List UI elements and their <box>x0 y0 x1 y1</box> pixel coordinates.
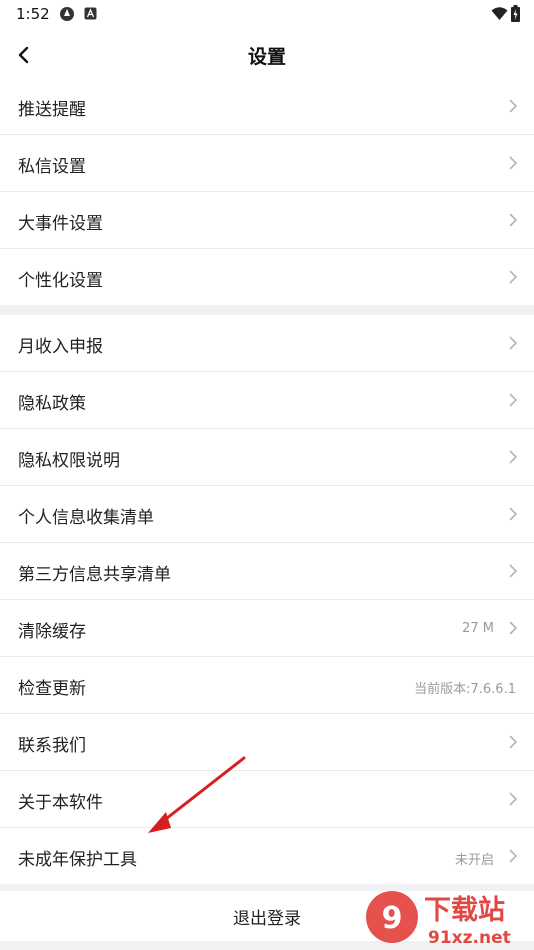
version-value: 当前版本:7.6.6.1 <box>414 682 516 697</box>
header: 设置 <box>0 30 534 80</box>
a-notification-icon <box>84 7 97 20</box>
chevron-right-icon <box>509 564 518 578</box>
settings-row-about[interactable]: 关于本软件 <box>0 771 534 828</box>
row-label: 隐私政策 <box>18 394 86 414</box>
chevron-right-icon <box>509 213 518 227</box>
row-label: 私信设置 <box>18 157 86 177</box>
watermark-brand: 下载站 <box>424 895 505 926</box>
settings-row-private-message[interactable]: 私信设置 <box>0 135 534 192</box>
settings-group-1: 推送提醒 私信设置 大事件设置 个性化设置 <box>0 78 534 305</box>
chevron-right-icon <box>509 336 518 350</box>
row-label: 联系我们 <box>18 736 86 756</box>
chevron-right-icon <box>509 735 518 749</box>
row-label: 第三方信息共享清单 <box>18 565 171 585</box>
row-label: 清除缓存 <box>18 622 86 642</box>
row-label: 关于本软件 <box>18 793 103 813</box>
row-label: 个性化设置 <box>18 271 103 291</box>
chevron-right-icon <box>509 849 518 863</box>
chevron-right-icon <box>509 507 518 521</box>
settings-row-contact-us[interactable]: 联系我们 <box>0 714 534 771</box>
wifi-icon <box>491 7 508 20</box>
row-label: 个人信息收集清单 <box>18 508 154 528</box>
status-time: 1:52 <box>16 5 50 23</box>
row-label: 月收入申报 <box>18 337 103 357</box>
settings-row-check-update[interactable]: 检查更新 当前版本:7.6.6.1 <box>0 657 534 714</box>
annotation-arrow-icon <box>148 756 246 833</box>
chevron-right-icon <box>509 450 518 464</box>
settings-row-income-declaration[interactable]: 月收入申报 <box>0 315 534 372</box>
chevron-right-icon <box>509 621 518 635</box>
settings-row-permission-description[interactable]: 隐私权限说明 <box>0 429 534 486</box>
settings-row-push-reminder[interactable]: 推送提醒 <box>0 78 534 135</box>
cache-size-value: 27 M <box>462 621 494 636</box>
svg-text:9: 9 <box>382 901 403 936</box>
watermark-logo: 9 下载站 91xz.net <box>366 891 511 948</box>
chevron-right-icon <box>509 156 518 170</box>
chevron-right-icon <box>509 393 518 407</box>
row-label: 大事件设置 <box>18 214 103 234</box>
settings-group-2: 月收入申报 隐私政策 隐私权限说明 个人信息收集清单 第三方信息共享清单 清除缓… <box>0 315 534 884</box>
settings-row-personalization[interactable]: 个性化设置 <box>0 249 534 305</box>
status-bar: 1:52 <box>0 0 534 30</box>
settings-row-personal-info-list[interactable]: 个人信息收集清单 <box>0 486 534 543</box>
settings-row-third-party-sharing[interactable]: 第三方信息共享清单 <box>0 543 534 600</box>
app-notification-icon <box>60 7 74 21</box>
watermark-domain: 91xz.net <box>428 928 511 948</box>
settings-row-minor-protection[interactable]: 未成年保护工具 未开启 <box>0 828 534 884</box>
chevron-right-icon <box>509 270 518 284</box>
chevron-right-icon <box>509 99 518 113</box>
battery-icon <box>511 5 520 22</box>
page-title: 设置 <box>247 46 286 68</box>
settings-row-privacy-policy[interactable]: 隐私政策 <box>0 372 534 429</box>
settings-row-major-events[interactable]: 大事件设置 <box>0 192 534 249</box>
row-label: 推送提醒 <box>18 100 86 120</box>
row-label: 未成年保护工具 <box>18 850 137 870</box>
minor-protection-status: 未开启 <box>454 853 494 868</box>
chevron-right-icon <box>509 792 518 806</box>
settings-row-clear-cache[interactable]: 清除缓存 27 M <box>0 600 534 657</box>
row-label: 隐私权限说明 <box>18 451 120 471</box>
row-label: 检查更新 <box>18 679 86 699</box>
